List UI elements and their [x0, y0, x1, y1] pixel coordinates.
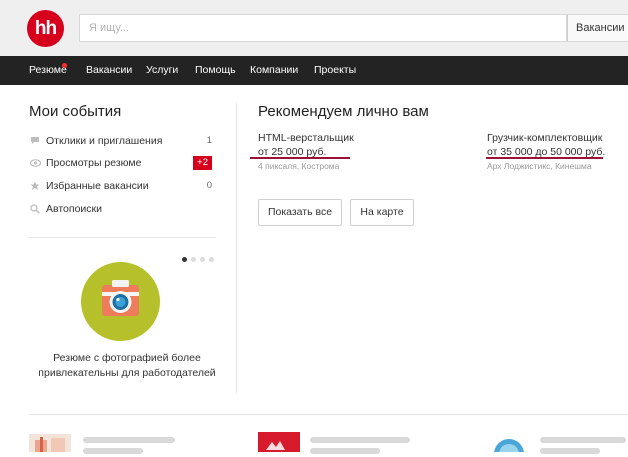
- events-title: Мои события: [29, 103, 122, 120]
- nav-item-services[interactable]: Услуги: [146, 56, 178, 85]
- event-count: 0: [206, 180, 212, 191]
- blurred-text: [83, 448, 143, 454]
- camera-illustration: [81, 262, 160, 341]
- event-count-badge: +2: [193, 156, 212, 170]
- star-icon: [30, 181, 40, 191]
- header-bar: hh Вакансии: [0, 0, 628, 56]
- vacancy-title-link[interactable]: Грузчик-комплектовщик: [487, 132, 602, 144]
- blurred-text: [310, 437, 410, 443]
- show-all-button[interactable]: Показать все: [258, 199, 342, 226]
- carousel-dot-active[interactable]: [182, 257, 187, 262]
- main-nav: Резюме Вакансии Услуги Помощь Компании П…: [0, 56, 628, 85]
- on-map-button[interactable]: На карте: [350, 199, 414, 226]
- blurred-text: [540, 448, 600, 454]
- camera-icon: [102, 280, 139, 316]
- notification-dot: [62, 63, 67, 68]
- nav-item-companies[interactable]: Компании: [250, 56, 298, 85]
- blurred-text: [83, 437, 175, 443]
- event-label: Автопоиски: [46, 203, 102, 215]
- recommend-title: Рекомендуем лично вам: [258, 103, 429, 120]
- promo-text: Резюме с фотографией более привлекательн…: [38, 352, 216, 379]
- hh-logo[interactable]: hh: [27, 10, 64, 47]
- nav-item-help[interactable]: Помощь: [195, 56, 236, 85]
- event-label: Избранные вакансии: [46, 180, 149, 192]
- event-favorites[interactable]: Избранные вакансии 0: [30, 178, 212, 194]
- gift-thumbnail[interactable]: [29, 432, 71, 452]
- eye-icon: [29, 158, 42, 168]
- red-thumbnail[interactable]: [258, 432, 300, 452]
- salary-underline: [486, 157, 603, 159]
- search-scope-select[interactable]: Вакансии: [567, 14, 628, 42]
- search-icon: [30, 204, 40, 214]
- vacancy-employer: Арх Лоджистикс, Кинешма: [487, 161, 592, 171]
- nav-item-vacancies[interactable]: Вакансии: [86, 56, 132, 85]
- carousel-dot[interactable]: [200, 257, 205, 262]
- column-divider: [236, 103, 237, 393]
- carousel-dot[interactable]: [191, 257, 196, 262]
- nav-item-projects[interactable]: Проекты: [314, 56, 356, 85]
- vacancy-employer: 4 пиксаля, Кострома: [258, 161, 340, 171]
- blurred-text: [310, 448, 380, 454]
- event-autosearch[interactable]: Автопоиски: [30, 201, 212, 217]
- blurred-text: [540, 437, 626, 443]
- search-input[interactable]: [79, 14, 567, 42]
- nav-item-resume[interactable]: Резюме: [29, 56, 67, 85]
- carousel-dot[interactable]: [209, 257, 214, 262]
- event-responses[interactable]: Отклики и приглашения 1: [30, 133, 212, 149]
- event-label: Просмотры резюме: [46, 157, 142, 169]
- bottom-divider: [29, 414, 628, 415]
- comment-icon: [30, 136, 40, 146]
- event-label: Отклики и приглашения: [46, 135, 163, 147]
- globe-thumbnail[interactable]: [488, 432, 530, 457]
- divider: [29, 237, 216, 238]
- salary-underline: [250, 157, 350, 159]
- vacancy-title-link[interactable]: HTML-верстальщик: [258, 132, 354, 144]
- event-resume-views[interactable]: Просмотры резюме +2: [29, 155, 212, 171]
- event-count: 1: [206, 135, 212, 146]
